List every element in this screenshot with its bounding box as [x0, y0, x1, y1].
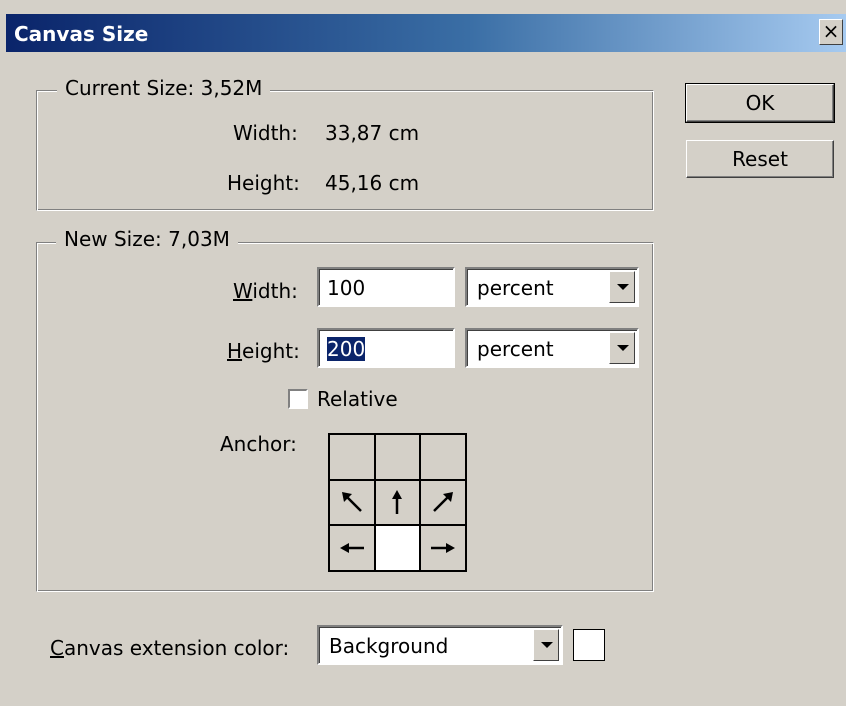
new-height-label: Height:	[227, 339, 300, 363]
ok-button[interactable]: OK	[685, 83, 835, 123]
title-bar[interactable]: Canvas Size ×	[6, 14, 846, 52]
reset-button[interactable]: Reset	[686, 140, 834, 178]
anchor-top-center[interactable]	[374, 434, 421, 480]
chevron-down-icon[interactable]	[609, 271, 635, 303]
height-input[interactable]: 200	[317, 328, 455, 368]
width-input[interactable]: 100	[317, 267, 455, 307]
height-input-value: 200	[327, 337, 366, 361]
current-width-label: Width:	[233, 121, 298, 145]
dialog-body: Current Size: 3,52M Width: 33,87 cm Heig…	[6, 52, 846, 706]
extension-color-value: Background	[329, 634, 449, 658]
anchor-grid[interactable]	[328, 433, 467, 572]
chevron-down-icon[interactable]	[533, 629, 559, 661]
current-size-group: Current Size: 3,52M Width: 33,87 cm Heig…	[36, 76, 654, 211]
anchor-bottom-right[interactable]	[420, 525, 466, 571]
anchor-bottom-left[interactable]	[329, 525, 375, 571]
arrow-right-icon	[431, 543, 456, 554]
current-height-label: Height:	[227, 171, 300, 195]
arrow-up-left-icon	[341, 492, 362, 513]
height-unit-value: percent	[477, 337, 554, 361]
width-input-value: 100	[327, 276, 366, 300]
chevron-down-icon[interactable]	[609, 332, 635, 364]
extension-color-label: Canvas extension color:	[50, 636, 290, 660]
width-unit-select[interactable]: percent	[465, 267, 639, 307]
relative-label[interactable]: Relative	[317, 387, 398, 411]
arrow-left-icon	[339, 543, 364, 554]
relative-checkbox[interactable]	[288, 389, 308, 409]
current-height-value: 45,16 cm	[325, 171, 420, 195]
current-width-value: 33,87 cm	[325, 121, 420, 145]
anchor-middle-center[interactable]	[374, 479, 421, 526]
anchor-bottom-center[interactable]	[374, 525, 421, 571]
new-width-label: Width:	[233, 279, 298, 303]
anchor-top-right[interactable]	[420, 434, 466, 480]
close-button[interactable]: ×	[819, 19, 843, 45]
extension-color-select[interactable]: Background	[317, 625, 563, 665]
arrow-up-icon	[392, 490, 403, 515]
anchor-middle-right[interactable]	[420, 479, 466, 526]
close-icon: ×	[822, 19, 840, 43]
width-unit-value: percent	[477, 276, 554, 300]
arrow-up-right-icon	[433, 492, 454, 513]
anchor-middle-left[interactable]	[329, 479, 375, 526]
height-unit-select[interactable]: percent	[465, 328, 639, 368]
anchor-top-left[interactable]	[329, 434, 375, 480]
current-size-legend: Current Size: 3,52M	[57, 76, 271, 100]
anchor-label: Anchor:	[220, 432, 297, 456]
window-title: Canvas Size	[14, 22, 149, 46]
extension-color-swatch[interactable]	[573, 629, 605, 661]
new-size-legend: New Size: 7,03M	[56, 227, 238, 251]
